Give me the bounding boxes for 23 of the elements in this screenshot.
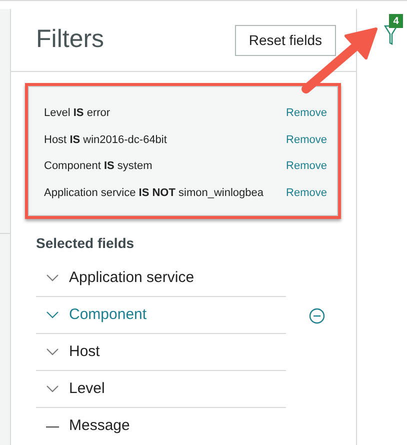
field-name[interactable]: Level: [69, 378, 105, 400]
section-heading: Selected fields: [36, 234, 136, 253]
remove-link[interactable]: Remove: [286, 105, 327, 122]
reset-fields-button[interactable]: Reset fields: [234, 24, 336, 56]
remove-field-icon[interactable]: [309, 308, 325, 324]
count-badge: 4: [389, 14, 403, 28]
filter-condition: Level IS error: [44, 106, 110, 121]
filter-condition: Component IS system: [44, 159, 152, 174]
filter-condition: Application service IS NOT simon_winlogbea: [44, 186, 264, 200]
field-name[interactable]: Component: [69, 304, 147, 326]
chevron-icon[interactable]: [46, 385, 59, 393]
panel-title: Filters: [36, 24, 104, 56]
remove-link[interactable]: Remove: [286, 158, 327, 174]
field-name[interactable]: Message: [69, 415, 130, 438]
field-name[interactable]: Application service: [69, 266, 194, 290]
chevron-icon[interactable]: [46, 311, 59, 319]
remove-link[interactable]: Remove: [286, 132, 327, 148]
remove-link[interactable]: Remove: [286, 184, 327, 201]
chevron-icon[interactable]: [46, 348, 59, 356]
field-name[interactable]: Host: [69, 340, 100, 364]
filter-condition: Host IS win2016-dc-64bit: [44, 132, 167, 148]
filter-icon[interactable]: [384, 25, 398, 45]
chevron-icon[interactable]: [46, 274, 59, 282]
